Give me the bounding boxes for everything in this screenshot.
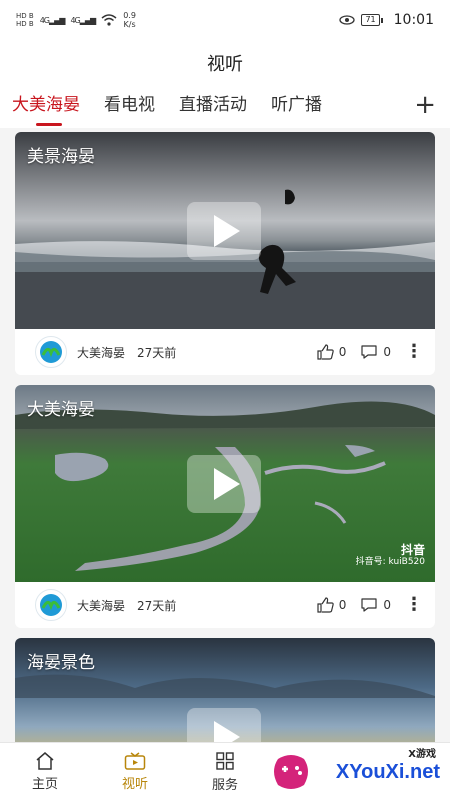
play-icon[interactable] [187,202,261,260]
source-name[interactable]: 大美海晏 [77,344,125,361]
nav-service[interactable]: 服务 [180,743,270,800]
card-footer: 大美海晏 27天前 0 0 ⋮ [15,582,435,628]
comment-count: 0 [383,345,391,359]
tv-icon [124,751,146,770]
eye-icon [339,15,356,25]
tab-tingguangbo[interactable]: 听广播 [271,86,322,128]
source-name[interactable]: 大美海晏 [77,597,125,614]
thumbs-up-icon [317,597,334,613]
bottom-nav: 主页 视听 服务 X游戏 XYouXi.net [0,742,450,800]
page-title: 视听 [207,54,243,75]
comment-count: 0 [383,598,391,612]
comment-button[interactable]: 0 [360,344,391,360]
home-icon [36,751,54,770]
comment-icon [361,345,377,359]
battery-icon: 71 [361,14,383,26]
site-tag: X游戏 [408,749,436,760]
wifi-icon [101,14,117,26]
more-icon[interactable]: ⋮ [405,596,423,614]
card-footer: 大美海晏 27天前 0 0 ⋮ [15,329,435,375]
play-icon[interactable] [187,708,261,742]
site-watermark: X游戏 XYouXi.net [274,743,450,800]
video-thumbnail[interactable]: 海晏景色 [15,638,435,742]
comment-icon [361,598,377,612]
card-title: 大美海晏 [27,400,95,420]
grid-icon [216,751,234,770]
status-bar: HD B HD B 4G▂▄▆ 4G▂▄▆ 0.9 K/s 71 10:01 [0,0,450,40]
like-count: 0 [338,345,347,359]
status-time: 10:01 [393,12,434,28]
net-speed: 0.9 K/s [123,11,136,29]
douyin-brand: 抖音 [400,543,425,557]
post-time: 27天前 [137,598,177,613]
tab-bar: 大美海晏 看电视 直播活动 听广播 + [0,86,450,128]
signal-icon-2: 4G▂▄▆ [70,15,96,25]
hd-indicator: HD B HD B [16,12,34,28]
status-right: 71 10:01 [339,12,434,28]
post-time: 27天前 [137,345,177,360]
card-title: 美景海晏 [27,147,95,167]
nav-label-service: 服务 [211,777,238,793]
tab-zhibohuodong[interactable]: 直播活动 [179,86,247,128]
source-logo-icon [35,589,67,621]
comment-button[interactable]: 0 [360,597,391,613]
video-card[interactable]: 海晏景色 [15,638,435,742]
hd-label-1: HD B [16,12,34,20]
video-feed[interactable]: 美景海晏 大美海晏 27天前 0 0 ⋮ 大美海晏 抖音 抖音号: kuiB52… [0,130,450,742]
video-thumbnail[interactable]: 大美海晏 抖音 抖音号: kuiB520 [15,385,435,582]
like-button[interactable]: 0 [317,597,347,613]
title-bar: 视听 [0,40,450,86]
gamepad-logo-icon [274,755,308,789]
hd-label-2: HD B [16,20,34,28]
add-tab-icon[interactable]: + [414,90,436,120]
video-card[interactable]: 大美海晏 抖音 抖音号: kuiB520 大美海晏 27天前 0 0 ⋮ [15,385,435,628]
status-left: HD B HD B 4G▂▄▆ 4G▂▄▆ 0.9 K/s [16,11,136,29]
card-title: 海晏景色 [27,653,95,673]
more-icon[interactable]: ⋮ [405,343,423,361]
play-icon[interactable] [187,455,261,513]
thumbs-up-icon [317,344,334,360]
douyin-watermark: 抖音 抖音号: kuiB520 [356,544,425,568]
like-count: 0 [338,598,347,612]
nav-shiting[interactable]: 视听 [90,743,180,800]
video-thumbnail[interactable]: 美景海晏 [15,132,435,329]
douyin-id: 抖音号: kuiB520 [355,557,425,567]
nav-home[interactable]: 主页 [0,743,90,800]
site-name: XYouXi.net [335,760,440,783]
tab-kandianshi[interactable]: 看电视 [104,86,155,128]
nav-label-shiting: 视听 [121,776,148,792]
nav-label-home: 主页 [31,776,58,792]
like-button[interactable]: 0 [317,344,347,360]
source-logo-icon [35,336,67,368]
signal-icon: 4G▂▄▆ [39,15,66,25]
video-card[interactable]: 美景海晏 大美海晏 27天前 0 0 ⋮ [15,132,435,375]
tab-dameihaiyan[interactable]: 大美海晏 [12,86,80,128]
